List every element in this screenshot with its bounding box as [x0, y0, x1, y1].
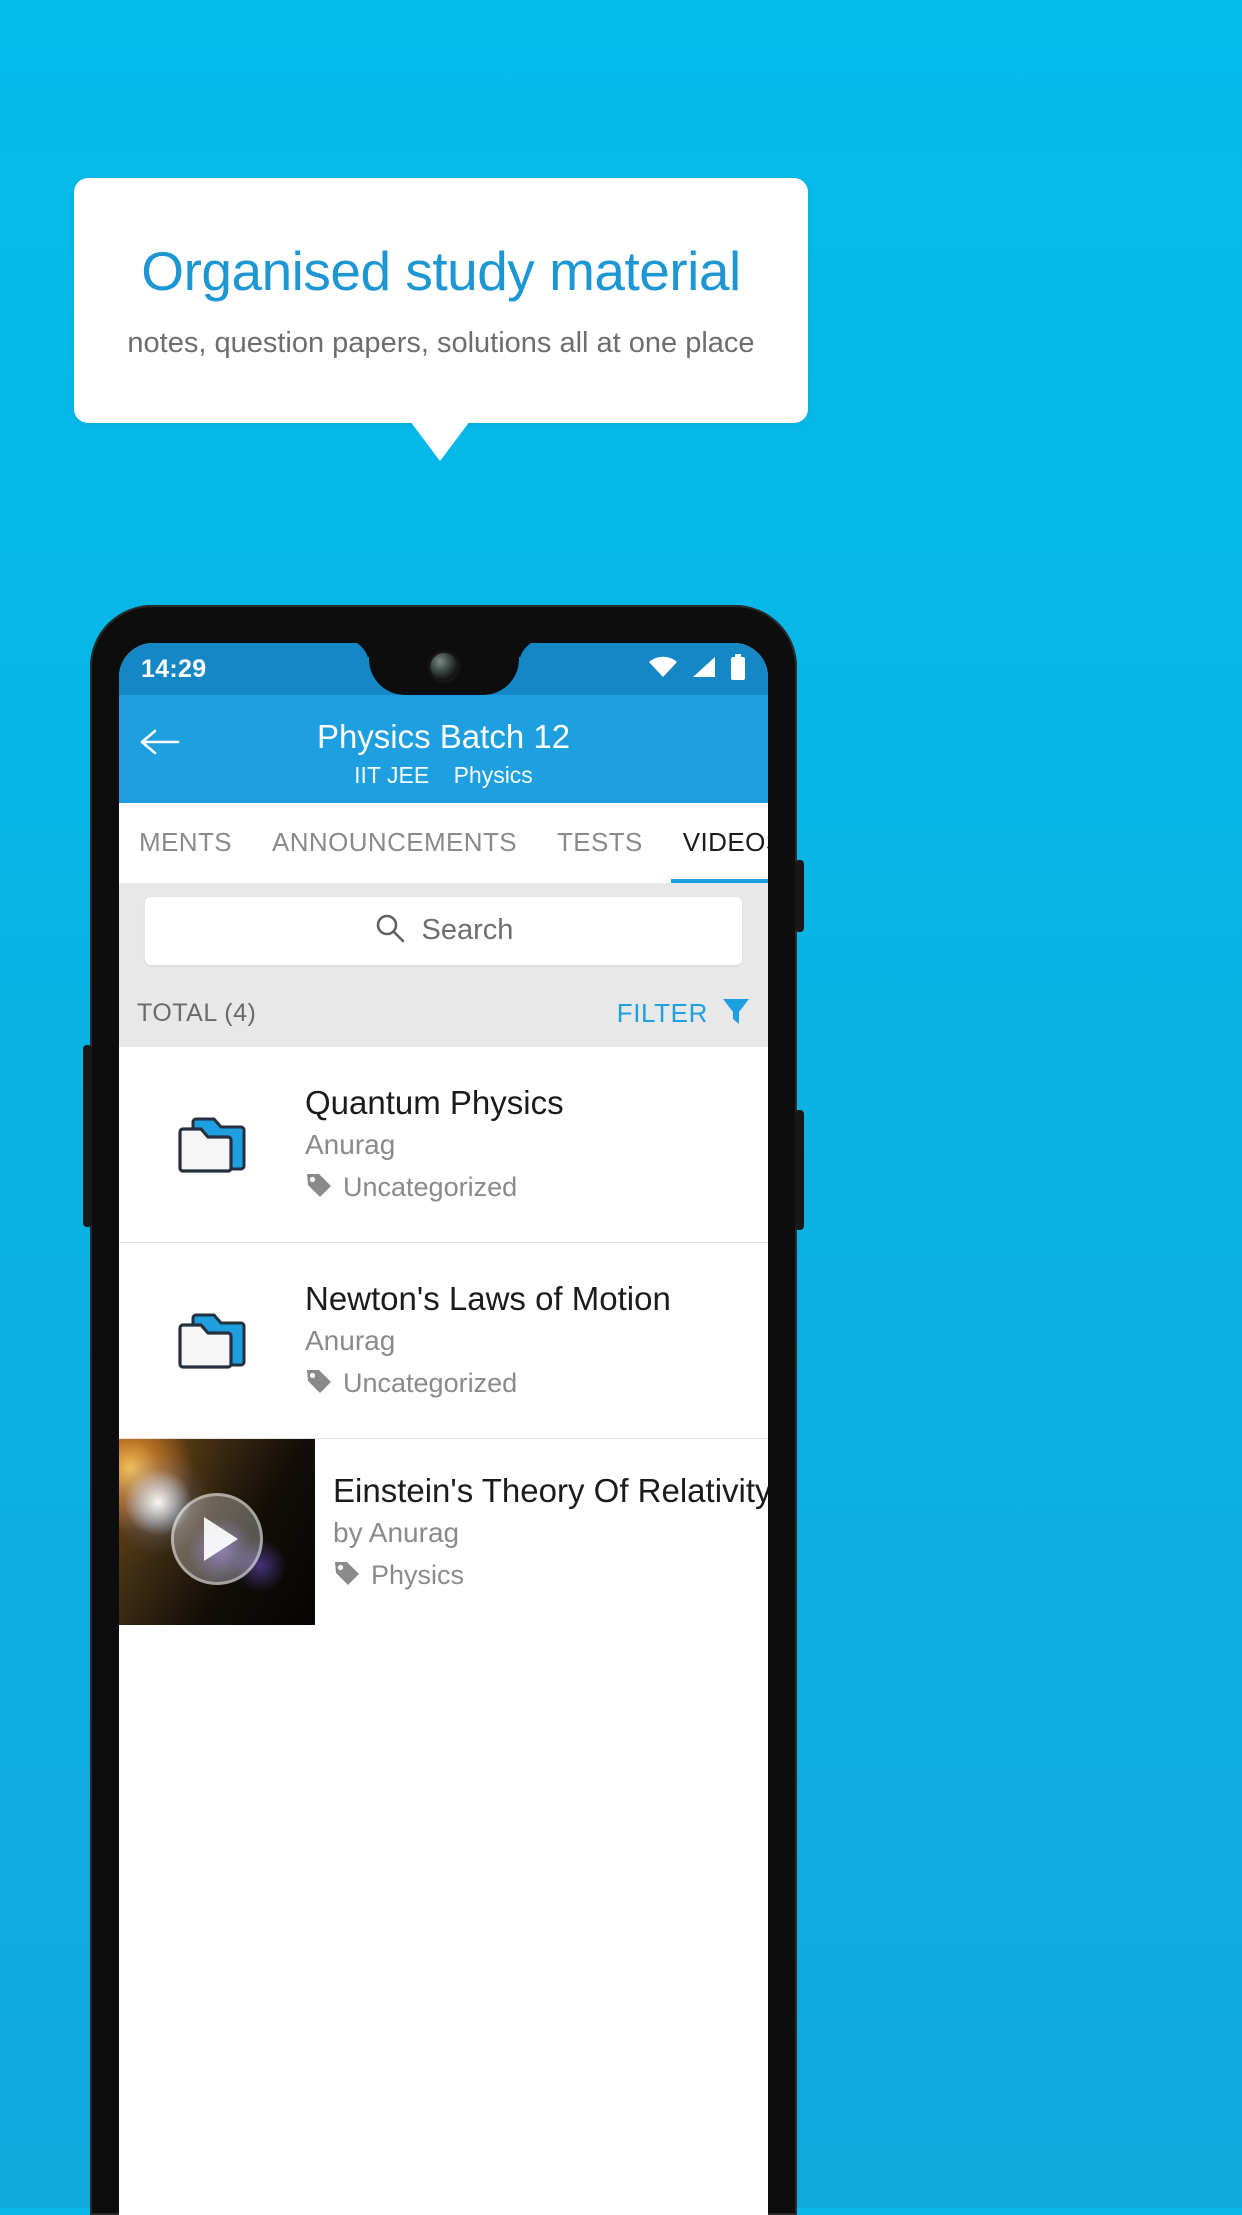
phone-button-left [83, 1045, 92, 1227]
list-item-text: Einstein's Theory Of Relativity by Anura… [315, 1472, 768, 1592]
page-title: Physics Batch 12 [316, 718, 571, 755]
search-placeholder: Search [421, 914, 514, 947]
status-bar: 14:29 [119, 643, 768, 695]
list-item[interactable]: Quantum Physics Anurag Uncategorized [119, 1047, 768, 1243]
list-item-author: Anurag [305, 1129, 396, 1161]
list-item-tag: Physics [371, 1559, 465, 1590]
content-list: Quantum Physics Anurag Uncategorized New… [119, 1046, 768, 1625]
tag-icon [333, 1559, 361, 1592]
play-icon[interactable] [171, 1493, 263, 1586]
total-count-label: TOTAL (4) [137, 999, 257, 1028]
list-item-author: by Anurag [333, 1516, 460, 1548]
promo-card: Organised study material notes, question… [74, 178, 808, 423]
filter-button[interactable]: FILTER [617, 995, 752, 1032]
list-toolbar: TOTAL (4) FILTER [119, 980, 768, 1047]
list-item-tag: Uncategorized [343, 1368, 518, 1399]
tab-bar: MENTS ANNOUNCEMENTS TESTS VIDEOS [119, 802, 768, 883]
funnel-icon [720, 995, 752, 1032]
tag-icon [305, 1367, 333, 1400]
subtitle-subject: Physics [453, 761, 533, 788]
app-bar: Physics Batch 12 IIT JEE Physics [119, 695, 768, 803]
page-subtitle: IIT JEE Physics [119, 762, 768, 789]
tab-assignments[interactable]: MENTS [119, 803, 252, 883]
arrow-left-icon [140, 728, 180, 761]
promo-title: Organised study material [141, 239, 741, 302]
phone-button-volume [795, 1110, 804, 1230]
tab-announcements[interactable]: ANNOUNCEMENTS [252, 803, 537, 883]
search-icon [374, 912, 406, 949]
list-item-author: Anurag [305, 1325, 396, 1357]
status-time: 14:29 [141, 654, 207, 683]
tab-videos[interactable]: VIDEOS [663, 803, 768, 883]
tab-label: ANNOUNCEMENTS [272, 827, 517, 858]
list-item-title: Quantum Physics [305, 1084, 564, 1122]
phone-notch [368, 643, 519, 695]
video-thumbnail[interactable] [119, 1438, 315, 1625]
folder-icon [119, 1109, 305, 1179]
list-item-tag: Uncategorized [343, 1172, 518, 1203]
phone-button-power [795, 860, 804, 932]
promo-subtitle: notes, question papers, solutions all at… [127, 327, 755, 360]
subtitle-exam: IIT JEE [354, 761, 430, 788]
phone-device: 14:29 Physics Batch 12 IIT JEE Physics M… [83, 605, 804, 2215]
search-input[interactable]: Search [145, 896, 742, 965]
list-item-tag-row: Physics [333, 1559, 768, 1592]
list-item-title: Einstein's Theory Of Relativity [333, 1471, 768, 1509]
filter-label: FILTER [616, 998, 708, 1029]
front-camera [430, 653, 457, 680]
tab-label: TESTS [557, 827, 643, 858]
status-icons [648, 653, 746, 685]
promo-card-tail [410, 421, 470, 461]
battery-icon [730, 653, 746, 685]
tab-label: MENTS [139, 827, 232, 858]
list-item-text: Quantum Physics Anurag Uncategorized [305, 1084, 580, 1204]
list-item-title: Newton's Laws of Motion [305, 1280, 671, 1318]
back-button[interactable] [139, 723, 181, 765]
tab-label: VIDEOS [682, 827, 768, 858]
list-item[interactable]: Newton's Laws of Motion Anurag Uncategor… [119, 1243, 768, 1439]
list-item-tag-row: Uncategorized [305, 1171, 564, 1204]
signal-icon [691, 656, 717, 683]
list-item-tag-row: Uncategorized [305, 1367, 671, 1400]
folder-icon [119, 1305, 305, 1375]
tag-icon [305, 1171, 333, 1204]
search-section: Search [119, 882, 768, 981]
list-item[interactable]: Einstein's Theory Of Relativity by Anura… [119, 1438, 768, 1625]
list-item-text: Newton's Laws of Motion Anurag Uncategor… [305, 1280, 687, 1400]
wifi-icon [648, 656, 678, 683]
play-triangle [204, 1517, 238, 1562]
phone-screen: 14:29 Physics Batch 12 IIT JEE Physics M… [119, 643, 768, 2215]
tab-tests[interactable]: TESTS [537, 803, 663, 883]
